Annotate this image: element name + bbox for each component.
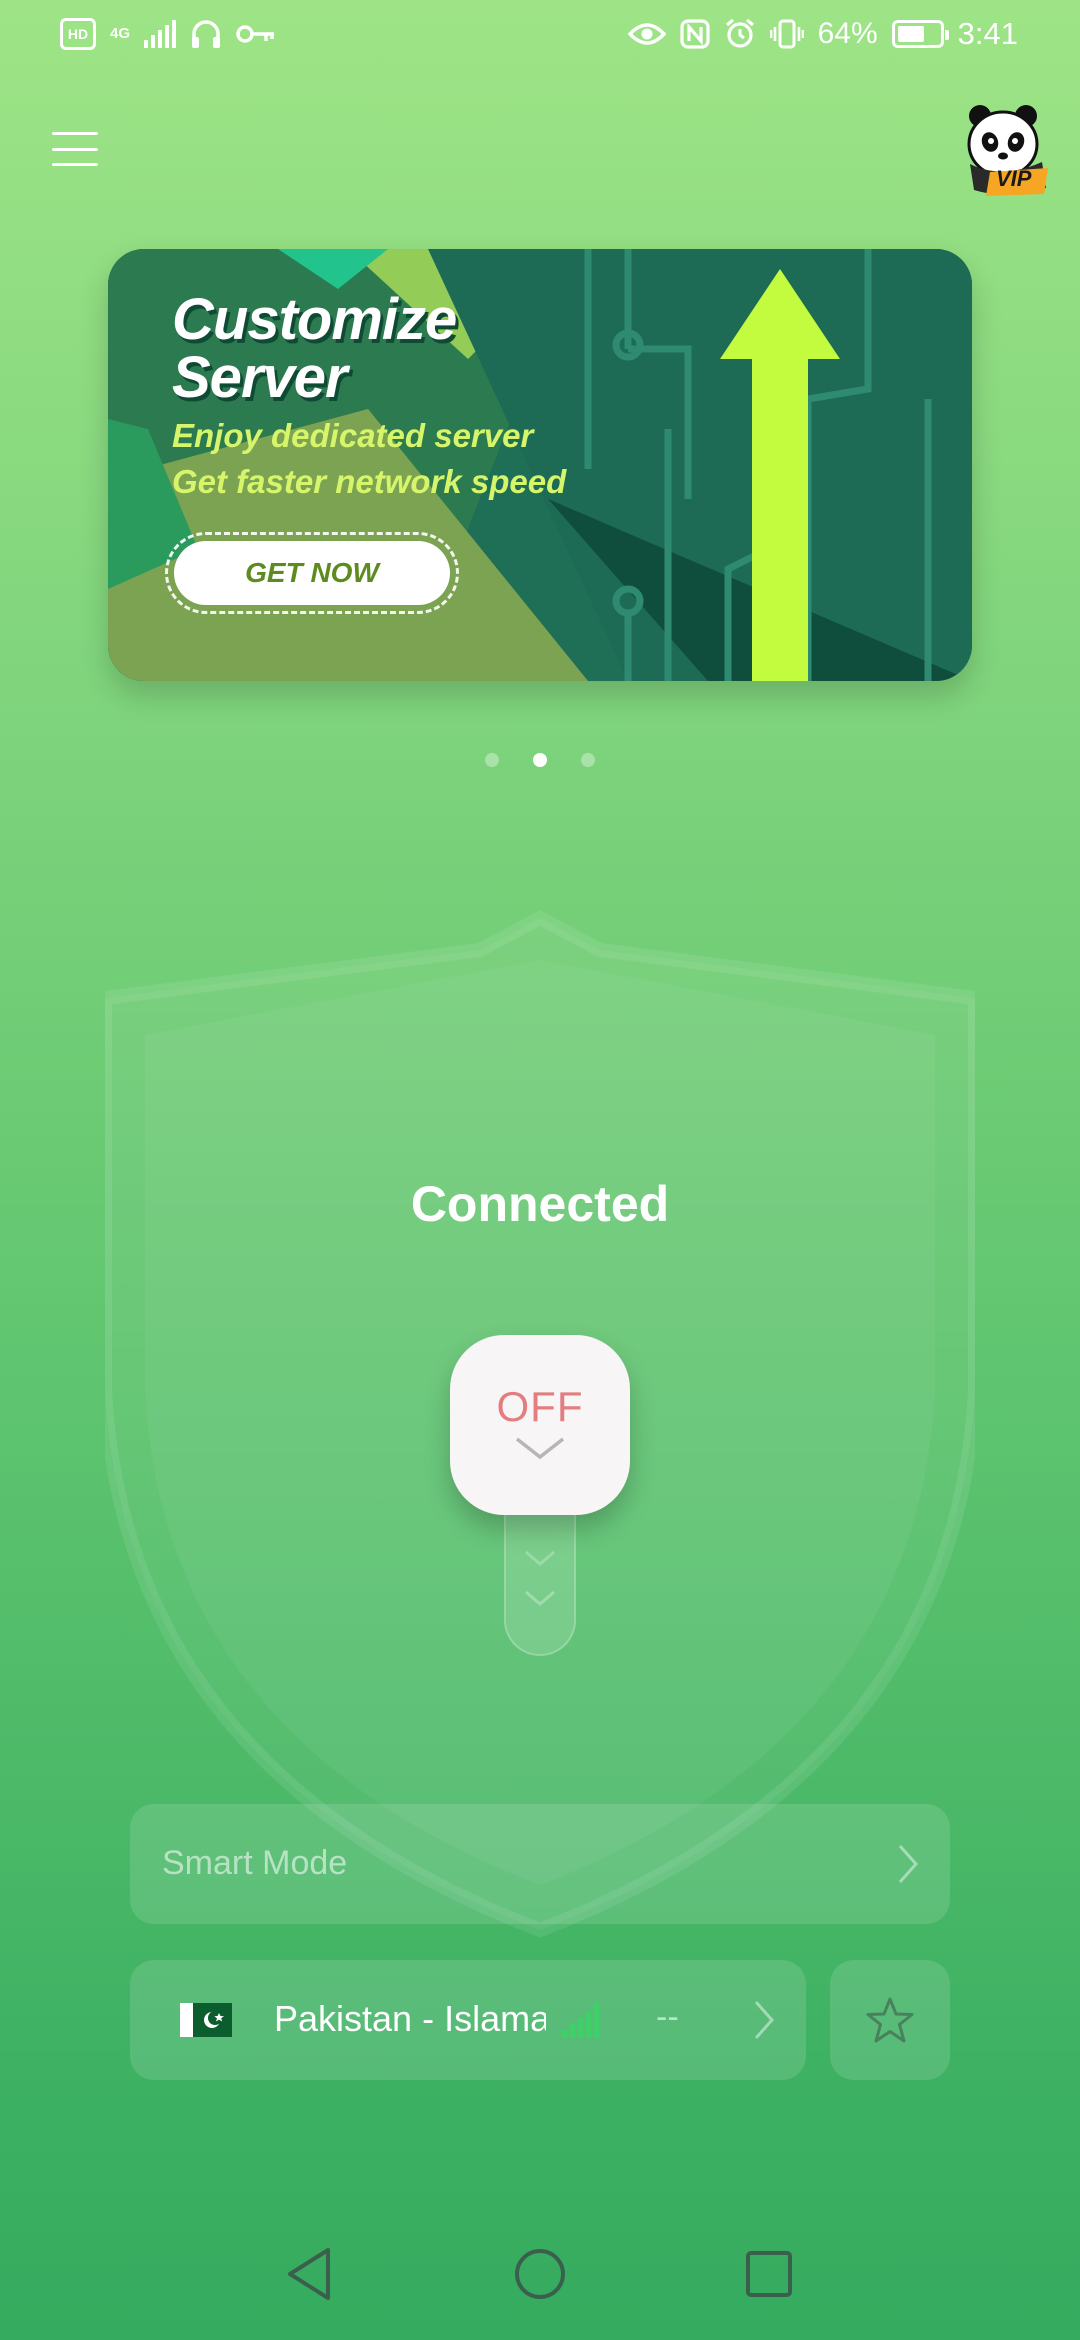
battery-percent: 64% xyxy=(817,17,878,50)
signal-strength-icon xyxy=(562,2004,599,2038)
battery-icon xyxy=(891,20,949,48)
vip-button[interactable]: VIP xyxy=(962,102,1052,196)
chevron-right-icon xyxy=(898,1845,919,1883)
carousel-dot-active[interactable] xyxy=(533,753,547,767)
vpn-key-icon xyxy=(236,25,275,43)
home-icon[interactable] xyxy=(513,2247,567,2301)
alarm-icon xyxy=(725,18,754,48)
navigation-bar xyxy=(0,2240,1080,2310)
server-selector[interactable]: Pakistan - Islamabad -- xyxy=(130,1960,806,2080)
menu-icon[interactable] xyxy=(52,132,98,166)
signal-icon xyxy=(144,20,177,48)
pakistan-flag-icon xyxy=(180,2003,232,2037)
back-icon[interactable] xyxy=(284,2246,334,2302)
hd-icon: HD xyxy=(60,18,96,50)
status-right: 64% 3:41 xyxy=(627,16,1018,52)
carousel-dot[interactable] xyxy=(581,753,595,767)
carousel-dot[interactable] xyxy=(485,753,499,767)
banner-title-line2: Server xyxy=(172,345,348,410)
network-type: 4G xyxy=(110,25,131,42)
chevron-down-icon xyxy=(515,1437,565,1460)
nfc-icon xyxy=(680,19,710,49)
vibrate-icon xyxy=(769,19,804,49)
connection-status: Connected xyxy=(410,1176,670,1232)
recents-icon[interactable] xyxy=(744,2249,794,2299)
banner-subtitle-line2: Get faster network speed xyxy=(172,463,567,500)
vip-label: VIP xyxy=(996,166,1032,191)
banner-subtitle-line1: Enjoy dedicated server xyxy=(172,417,534,454)
smart-mode-label: Smart Mode xyxy=(162,1844,348,1882)
carousel-indicator xyxy=(0,753,1080,767)
status-left: HD 4G xyxy=(60,18,276,50)
toggle-state-label: OFF xyxy=(496,1383,584,1430)
connect-toggle[interactable]: OFF xyxy=(450,1335,630,1515)
headphones-icon xyxy=(192,20,221,48)
promo-banner[interactable]: Customize Server Enjoy dedicated server … xyxy=(108,249,972,681)
banner-title: Customize Server xyxy=(172,287,457,410)
favorite-button[interactable] xyxy=(830,1960,950,2080)
smart-mode-row[interactable]: Smart Mode xyxy=(130,1804,950,1924)
server-ping: -- xyxy=(656,1998,679,2036)
status-bar: HD 4G 64% 3:41 xyxy=(0,0,1080,76)
get-now-button[interactable]: GET NOW xyxy=(165,532,459,614)
clock: 3:41 xyxy=(957,16,1018,51)
banner-title-line1: Customize xyxy=(172,287,457,352)
eye-icon xyxy=(627,23,666,45)
star-icon xyxy=(866,1997,914,2043)
chevron-right-icon xyxy=(754,2001,775,2039)
server-name: Pakistan - Islamabad xyxy=(274,1998,546,2039)
